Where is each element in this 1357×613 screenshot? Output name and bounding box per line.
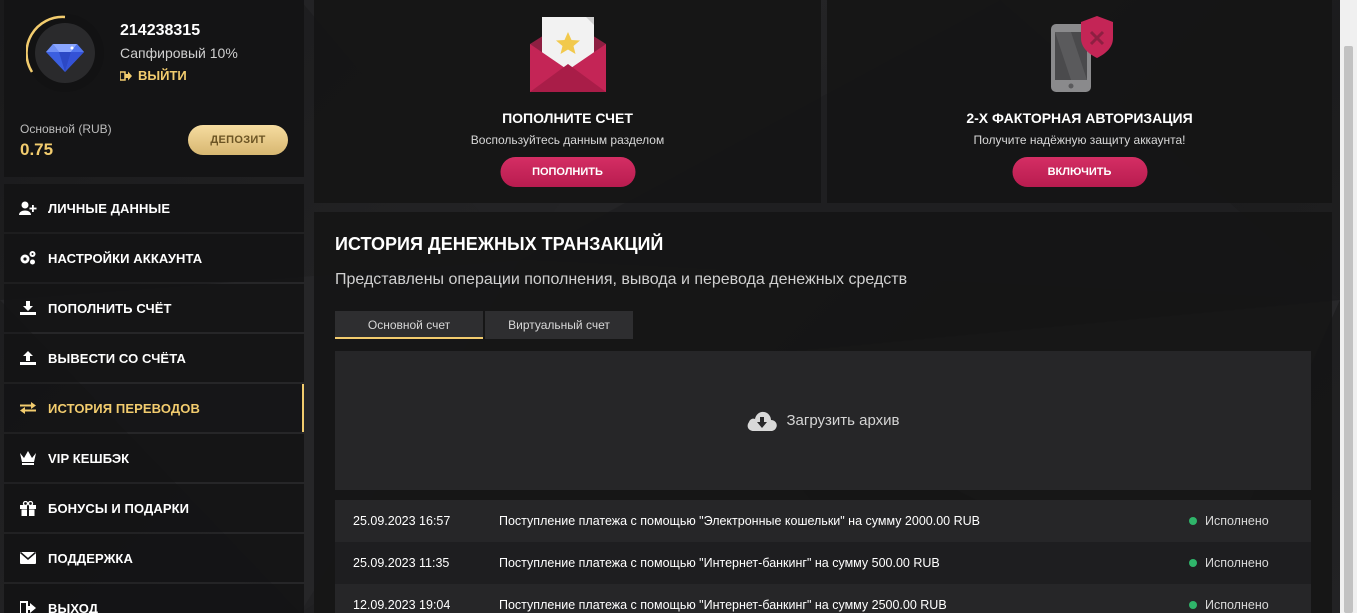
logout-icon bbox=[120, 70, 132, 81]
phone-shield-icon bbox=[1045, 14, 1115, 99]
logout-icon bbox=[19, 599, 37, 613]
transactions-table: 25.09.2023 16:57 Поступление платежа с п… bbox=[335, 500, 1311, 613]
sidebar-item-label: ЛИЧНЫЕ ДАННЫЕ bbox=[48, 200, 171, 216]
deposit-card: ПОПОЛНИТЕ СЧЕТ Воспользуйтесь данным раз… bbox=[314, 0, 821, 203]
transaction-description: Поступление платежа с помощью "Электронн… bbox=[499, 514, 980, 528]
sidebar-item-label: VIP КЕШБЭК bbox=[48, 450, 130, 466]
transaction-date: 25.09.2023 16:57 bbox=[353, 514, 451, 528]
balance-value: 0.75 bbox=[20, 140, 54, 159]
sapphire-gem-icon bbox=[26, 15, 95, 83]
sidebar-item-vip-cashback[interactable]: VIP КЕШБЭК bbox=[4, 434, 304, 482]
tab-main-account[interactable]: Основной счет bbox=[335, 311, 483, 339]
user-plus-icon bbox=[19, 199, 37, 217]
page-subtitle: Представлены операции пополнения, вывода… bbox=[335, 271, 908, 288]
upload-icon bbox=[19, 349, 37, 367]
page-scrollbar[interactable] bbox=[1340, 0, 1357, 613]
sidebar-item-personal-data[interactable]: ЛИЧНЫЕ ДАННЫЕ bbox=[4, 184, 304, 232]
status-label: Исполнено bbox=[1205, 514, 1269, 528]
sidebar-item-account-settings[interactable]: НАСТРОЙКИ АККАУНТА bbox=[4, 234, 304, 282]
gift-icon bbox=[19, 499, 37, 517]
sidebar-item-support[interactable]: ПОДДЕРЖКА bbox=[4, 534, 304, 582]
table-row: 25.09.2023 16:57 Поступление платежа с п… bbox=[335, 500, 1311, 542]
page-title: ИСТОРИЯ ДЕНЕЖНЫХ ТРАНЗАКЦИЙ bbox=[335, 234, 664, 254]
sidebar-nav: ЛИЧНЫЕ ДАННЫЕ НАСТРОЙКИ АККАУНТА ПОПОЛНИ… bbox=[4, 184, 304, 613]
table-row: 25.09.2023 11:35 Поступление платежа с п… bbox=[335, 542, 1311, 584]
status-dot-icon bbox=[1189, 601, 1197, 609]
status-badge: Исполнено bbox=[1189, 598, 1311, 612]
cloud-download-icon bbox=[748, 411, 778, 431]
two-factor-card-title: 2-Х ФАКТОРНАЯ АВТОРИЗАЦИЯ bbox=[966, 110, 1193, 126]
transaction-description: Поступление платежа с помощью "Интернет-… bbox=[499, 556, 940, 570]
deposit-now-button[interactable]: ПОПОЛНИТЬ bbox=[500, 157, 635, 187]
tab-virtual-account[interactable]: Виртуальный счет bbox=[485, 311, 633, 339]
balance-label: Основной (RUB) bbox=[20, 122, 112, 136]
scrollbar-thumb[interactable] bbox=[1344, 46, 1353, 613]
status-label: Исполнено bbox=[1205, 556, 1269, 570]
sidebar-item-label: ПОДДЕРЖКА bbox=[48, 550, 133, 566]
enable-2fa-button[interactable]: ВКЛЮЧИТЬ bbox=[1012, 157, 1147, 187]
transaction-history-panel: ИСТОРИЯ ДЕНЕЖНЫХ ТРАНЗАКЦИЙ Представлены… bbox=[314, 212, 1332, 613]
sidebar-item-logout[interactable]: ВЫХОД bbox=[4, 584, 304, 613]
envelope-star-icon bbox=[528, 14, 608, 99]
status-badge: Исполнено bbox=[1189, 514, 1311, 528]
transaction-date: 25.09.2023 11:35 bbox=[353, 556, 450, 570]
sidebar: 214238315 Сапфировый 10% ВЫЙТИ Основной … bbox=[4, 0, 304, 613]
sidebar-item-label: ВЫВЕСТИ СО СЧЁТА bbox=[48, 350, 186, 366]
sidebar-item-withdraw[interactable]: ВЫВЕСТИ СО СЧЁТА bbox=[4, 334, 304, 382]
status-badge: Исполнено bbox=[1189, 556, 1311, 570]
status-dot-icon bbox=[1189, 559, 1197, 567]
download-archive-label: Загрузить архив bbox=[786, 412, 900, 429]
avatar bbox=[26, 14, 104, 92]
sidebar-item-deposit[interactable]: ПОПОЛНИТЬ СЧЁТ bbox=[4, 284, 304, 332]
transaction-description: Поступление платежа с помощью "Интернет-… bbox=[499, 598, 947, 612]
deposit-button[interactable]: ДЕПОЗИТ bbox=[188, 125, 288, 155]
sidebar-item-label: ПОПОЛНИТЬ СЧЁТ bbox=[48, 300, 172, 316]
deposit-card-subtitle: Воспользуйтесь данным разделом bbox=[470, 133, 665, 147]
transfer-arrows-icon bbox=[19, 399, 37, 417]
sidebar-item-label: НАСТРОЙКИ АККАУНТА bbox=[48, 250, 203, 266]
sidebar-item-label: ВЫХОД bbox=[48, 600, 99, 613]
table-row: 12.09.2023 19:04 Поступление платежа с п… bbox=[335, 584, 1311, 613]
status-label: Исполнено bbox=[1205, 598, 1269, 612]
account-tabs: Основной счет Виртуальный счет bbox=[335, 311, 633, 339]
crown-icon bbox=[19, 449, 37, 467]
download-icon bbox=[19, 299, 37, 317]
logout-link[interactable]: ВЫЙТИ bbox=[120, 68, 187, 83]
deposit-card-title: ПОПОЛНИТЕ СЧЕТ bbox=[502, 110, 633, 126]
status-dot-icon bbox=[1189, 517, 1197, 525]
profile-panel: 214238315 Сапфировый 10% ВЫЙТИ Основной … bbox=[4, 0, 304, 177]
two-factor-card-subtitle: Получите надёжную защиту аккаунта! bbox=[973, 133, 1186, 147]
logout-label: ВЫЙТИ bbox=[138, 68, 187, 83]
sidebar-item-transfer-history[interactable]: ИСТОРИЯ ПЕРЕВОДОВ bbox=[4, 384, 304, 432]
sidebar-item-label: ИСТОРИЯ ПЕРЕВОДОВ bbox=[48, 400, 200, 416]
sidebar-item-label: БОНУСЫ И ПОДАРКИ bbox=[48, 500, 190, 516]
transaction-date: 12.09.2023 19:04 bbox=[353, 598, 451, 612]
sidebar-item-bonuses[interactable]: БОНУСЫ И ПОДАРКИ bbox=[4, 484, 304, 532]
download-archive-button[interactable]: Загрузить архив bbox=[335, 351, 1311, 490]
envelope-icon bbox=[19, 549, 37, 567]
two-factor-card: 2-Х ФАКТОРНАЯ АВТОРИЗАЦИЯ Получите надёж… bbox=[827, 0, 1332, 203]
user-id: 214238315 bbox=[120, 22, 201, 39]
gears-icon bbox=[19, 249, 37, 267]
user-level: Сапфировый 10% bbox=[120, 45, 238, 61]
